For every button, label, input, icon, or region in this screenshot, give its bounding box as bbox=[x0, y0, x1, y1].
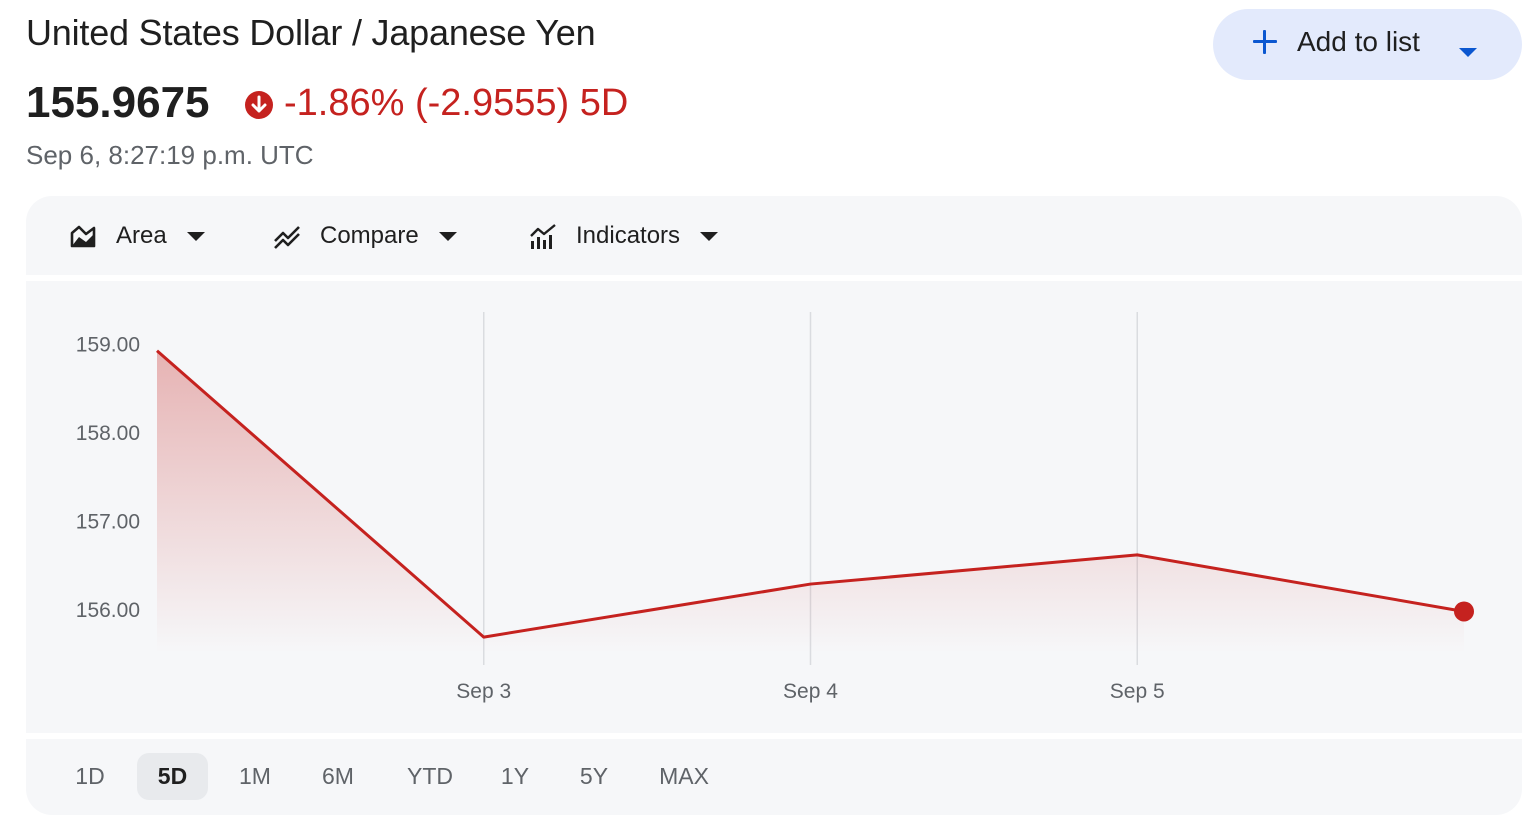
y-tick-label: 158.00 bbox=[76, 422, 140, 445]
range-1m[interactable]: 1M bbox=[224, 753, 286, 800]
range-selector: 1D 5D 1M 6M YTD 1Y 5Y MAX bbox=[26, 739, 1522, 815]
chart-type-label: Area bbox=[116, 222, 167, 249]
plus-icon bbox=[1251, 28, 1279, 56]
x-tick-label: Sep 3 bbox=[456, 680, 511, 703]
add-to-list-button[interactable]: Add to list bbox=[1213, 9, 1522, 80]
compare-label: Compare bbox=[320, 222, 419, 249]
price-chart-svg: Sep 3 Sep 4 Sep 5 159.00 158.00 157.00 156.00 bbox=[76, 312, 1474, 703]
compare-icon bbox=[274, 226, 300, 249]
range-ytd[interactable]: YTD bbox=[390, 753, 470, 800]
chevron-down-icon bbox=[700, 231, 719, 241]
y-tick-label: 157.00 bbox=[76, 510, 140, 533]
range-1d[interactable]: 1D bbox=[64, 753, 116, 800]
x-tick-label: Sep 4 bbox=[783, 680, 838, 703]
compare-dropdown[interactable]: Compare bbox=[272, 218, 457, 254]
indicators-dropdown[interactable]: Indicators bbox=[528, 218, 719, 254]
add-to-list-label: Add to list bbox=[1297, 26, 1420, 57]
range-5d[interactable]: 5D bbox=[137, 753, 208, 800]
indicators-label: Indicators bbox=[576, 222, 681, 249]
chevron-down-icon[interactable] bbox=[1459, 48, 1477, 57]
area-chart-icon bbox=[70, 225, 96, 248]
range-6m[interactable]: 6M bbox=[305, 753, 371, 800]
chevron-down-icon bbox=[186, 231, 205, 241]
current-price: 155.9675 bbox=[26, 78, 210, 127]
x-tick-label: Sep 5 bbox=[1110, 680, 1165, 703]
indicators-icon bbox=[530, 224, 556, 249]
chart-type-dropdown[interactable]: Area bbox=[68, 218, 205, 254]
timestamp: Sep 6, 8:27:19 p.m. UTC bbox=[26, 140, 314, 170]
range-1y[interactable]: 1Y bbox=[486, 753, 544, 800]
price-change: -1.86% (-2.9555) 5D bbox=[284, 82, 629, 124]
range-5y[interactable]: 5Y bbox=[563, 753, 625, 800]
price-chart[interactable]: Sep 3 Sep 4 Sep 5 159.00 158.00 157.00 156.00 bbox=[26, 281, 1522, 733]
y-tick-label: 156.00 bbox=[76, 599, 140, 622]
y-tick-label: 159.00 bbox=[76, 334, 140, 357]
arrow-down-circle-icon bbox=[245, 91, 273, 119]
chart-toolbar: Area Compare Indicators bbox=[26, 196, 1522, 275]
last-price-point bbox=[1454, 601, 1474, 622]
range-max[interactable]: MAX bbox=[642, 753, 726, 800]
page-title: United States Dollar / Japanese Yen bbox=[26, 12, 596, 53]
chevron-down-icon bbox=[438, 231, 457, 241]
